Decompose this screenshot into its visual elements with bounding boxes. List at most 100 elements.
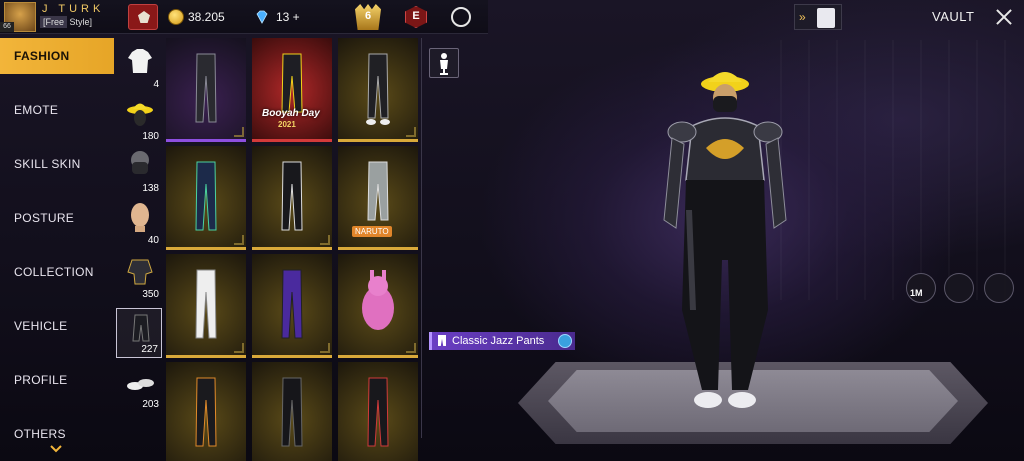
vault-shortcut-button[interactable]: » <box>794 4 842 30</box>
bunny-thumbnail <box>362 270 394 330</box>
top-bar: 66 J TURK [Free Style] 38.205 13 + 6 E <box>0 0 488 34</box>
category-count: 203 <box>142 399 159 410</box>
grid-item[interactable]: Booyah Day 2021 <box>252 38 332 142</box>
category-mask[interactable]: 138 <box>116 146 162 196</box>
pants-thumbnail <box>195 53 217 123</box>
category-pants[interactable]: 227 <box>116 308 162 358</box>
grid-item[interactable] <box>338 362 418 461</box>
category-count: 350 <box>142 289 159 300</box>
rarity-bar <box>252 139 332 142</box>
rotate-phone-icon[interactable] <box>944 273 974 303</box>
mask-icon <box>131 151 149 174</box>
category-count: 4 <box>153 79 159 90</box>
top-icon <box>128 49 152 73</box>
background-wall <box>780 40 1024 300</box>
selected-item-label[interactable]: Classic Jazz Pants <box>429 332 575 350</box>
pants-thumbnail <box>281 161 303 231</box>
diamond-amount[interactable]: 13 + <box>276 10 300 24</box>
rank-number: 6 <box>364 10 372 22</box>
pants-thumbnail <box>367 377 389 447</box>
corner-mark-icon <box>234 235 244 245</box>
sidebar-item-collection[interactable]: COLLECTION <box>0 254 114 290</box>
grid-item[interactable] <box>166 38 246 142</box>
player-tag: [Free Style] <box>40 16 92 28</box>
grid-item[interactable] <box>252 362 332 461</box>
pants-glyph-icon <box>438 335 446 346</box>
rarity-bar <box>166 355 246 358</box>
settings-icon[interactable] <box>451 7 471 27</box>
hat-icon <box>127 103 153 126</box>
male-gender-icon <box>558 334 572 348</box>
grid-item[interactable] <box>338 254 418 358</box>
event-year: 2021 <box>278 120 296 129</box>
hat-crown <box>708 72 742 82</box>
character-model[interactable] <box>640 60 810 420</box>
close-icon[interactable] <box>988 2 1020 32</box>
category-face[interactable]: 40 <box>116 198 162 248</box>
rarity-bar <box>166 139 246 142</box>
player-level: 66 <box>0 22 14 32</box>
sidebar-item-label: OTHERS <box>14 427 66 441</box>
sidebar-item-label: SKILL SKIN <box>14 157 81 171</box>
sidebar-item-vehicle[interactable]: VEHICLE <box>0 308 114 344</box>
category-hat[interactable]: 180 <box>116 94 162 144</box>
item-grid: Booyah Day 2021 NARUTO <box>166 38 420 461</box>
grid-item[interactable] <box>252 146 332 250</box>
mannequin-icon <box>440 53 448 75</box>
pants-thumbnail <box>195 377 217 447</box>
double-chevron-icon: » <box>799 10 806 24</box>
vault-title: VAULT <box>932 9 975 24</box>
pants-thumbnail <box>367 161 389 221</box>
grid-item[interactable] <box>166 362 246 461</box>
player-name[interactable]: J TURK <box>42 3 104 15</box>
category-top[interactable]: 4 <box>116 42 162 92</box>
grid-scrollbar[interactable] <box>421 38 422 438</box>
elite-pass-letter: E <box>412 10 420 22</box>
sidebar-item-emote[interactable]: EMOTE <box>0 92 114 128</box>
pants-thumbnail <box>281 269 303 339</box>
rarity-bar <box>252 247 332 250</box>
category-count: 180 <box>142 131 159 142</box>
mannequin-button[interactable] <box>429 48 459 78</box>
right-arm <box>765 137 787 229</box>
pants-thumbnail <box>195 269 217 339</box>
category-count: 227 <box>141 344 158 355</box>
grid-item[interactable] <box>338 38 418 142</box>
category-outfit[interactable]: 350 <box>116 252 162 302</box>
grid-item[interactable] <box>166 254 246 358</box>
player-tag-left: [Free <box>40 16 68 28</box>
grid-item[interactable]: NARUTO <box>338 146 418 250</box>
corner-mark-icon <box>320 343 330 353</box>
preview-eye-icon[interactable] <box>984 273 1014 303</box>
chevron-down-icon[interactable] <box>50 444 62 454</box>
sidebar-item-profile[interactable]: PROFILE <box>0 362 114 398</box>
sidebar-item-label: POSTURE <box>14 211 75 225</box>
rarity-bar <box>338 139 418 142</box>
category-column: 4 180 138 40 350 227 203 <box>114 36 164 461</box>
grid-item[interactable] <box>166 146 246 250</box>
likes-count: 1M <box>910 288 923 298</box>
selected-item-name: Classic Jazz Pants <box>452 335 545 347</box>
category-shoes[interactable]: 203 <box>116 362 162 412</box>
sidebar-item-skill-skin[interactable]: SKILL SKIN <box>0 146 114 182</box>
sidebar: FASHION EMOTE SKILL SKIN POSTURE COLLECT… <box>0 36 114 461</box>
sidebar-item-fashion[interactable]: FASHION <box>0 38 114 74</box>
corner-mark-icon <box>406 127 416 137</box>
rarity-bar <box>338 355 418 358</box>
sidebar-item-label: FASHION <box>14 49 70 63</box>
document-icon <box>817 8 835 28</box>
rarity-bar <box>166 247 246 250</box>
pants-thumbnail <box>366 53 390 125</box>
sidebar-item-posture[interactable]: POSTURE <box>0 200 114 236</box>
rarity-bar <box>338 247 418 250</box>
guild-badge-icon[interactable] <box>128 4 158 30</box>
collab-tag: NARUTO <box>352 226 392 237</box>
grid-item[interactable] <box>252 254 332 358</box>
pants-thumbnail <box>195 161 217 231</box>
rarity-bar <box>252 355 332 358</box>
left-shoe <box>694 392 722 408</box>
sidebar-item-label: VEHICLE <box>14 319 68 333</box>
category-count: 40 <box>147 235 159 246</box>
event-tag: Booyah Day <box>262 108 320 119</box>
sidebar-item-label: PROFILE <box>14 373 68 387</box>
